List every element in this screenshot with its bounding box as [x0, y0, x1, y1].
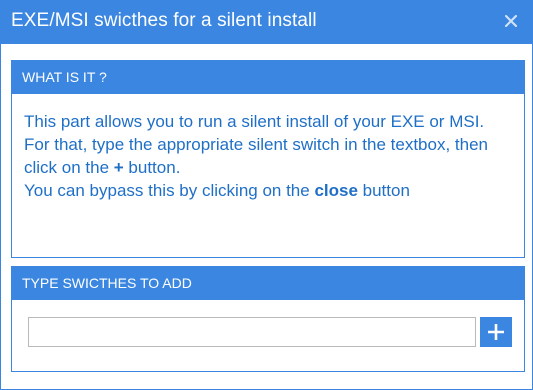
info-line-3-close: close	[314, 181, 358, 200]
switch-panel-header: TYPE SWICTHES TO ADD	[12, 267, 524, 300]
info-line-3-pre: You can bypass this by clicking on the	[24, 181, 315, 200]
close-button[interactable]	[498, 7, 524, 35]
window-title: EXE/MSI swicthes for a silent install	[11, 10, 317, 31]
close-icon	[505, 15, 517, 27]
info-line-2-post: button.	[123, 158, 181, 177]
switch-panel: TYPE SWICTHES TO ADD	[11, 266, 525, 372]
info-line-1: This part allows you to run a silent ins…	[24, 112, 485, 131]
dialog-window: EXE/MSI swicthes for a silent install WH…	[0, 0, 533, 390]
plus-icon	[488, 324, 504, 340]
info-panel-header: WHAT IS IT ?	[12, 61, 524, 94]
info-panel: WHAT IS IT ? This part allows you to run…	[11, 60, 525, 258]
switch-input[interactable]	[28, 317, 476, 347]
info-line-2-pre: For that, type the appropriate silent sw…	[24, 135, 488, 177]
info-line-2: For that, type the appropriate silent sw…	[24, 133, 512, 179]
switch-input-row	[28, 317, 516, 351]
add-switch-button[interactable]	[480, 317, 512, 347]
info-line-3: You can bypass this by clicking on the c…	[24, 179, 512, 202]
title-bar: EXE/MSI swicthes for a silent install	[1, 1, 532, 44]
info-description: This part allows you to run a silent ins…	[12, 94, 524, 202]
info-line-2-plus: +	[113, 158, 124, 177]
info-line-3-post: button	[357, 181, 410, 200]
